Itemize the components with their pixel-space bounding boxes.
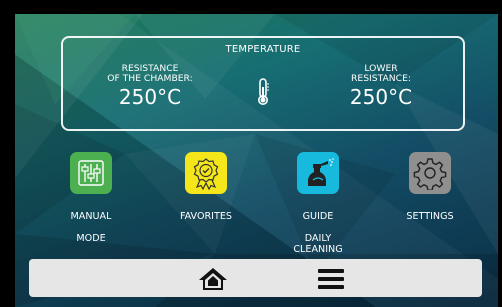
- device-frame: TEMPERATURE RESISTANCE OF THE CHAMBER: 2…: [0, 0, 502, 307]
- tile-manual-mode[interactable]: MANUAL MODE: [56, 152, 126, 255]
- temperature-panel: TEMPERATURE RESISTANCE OF THE CHAMBER: 2…: [61, 36, 465, 131]
- tile-settings[interactable]: SETTINGS: [395, 152, 465, 233]
- sliders-icon: [78, 160, 104, 186]
- award-badge-icon: [193, 158, 219, 190]
- cleaning-label-line1: GUIDE: [302, 211, 334, 222]
- bottom-navigation-bar: [29, 259, 482, 297]
- tile-favorites[interactable]: FAVORITES: [171, 152, 241, 233]
- chamber-label-line2: OF THE CHAMBER:: [107, 73, 193, 84]
- cleaning-label-line2: DAILY CLEANING: [293, 233, 343, 255]
- tile-manual-mode-label: MANUAL MODE: [56, 200, 126, 255]
- tile-favorites-label: FAVORITES: [171, 200, 241, 233]
- temperature-title: TEMPERATURE: [225, 44, 301, 55]
- tile-manual-mode-box[interactable]: [70, 152, 112, 194]
- chamber-resistance-label: RESISTANCE OF THE CHAMBER:: [90, 64, 210, 84]
- favorites-label-line1: FAVORITES: [179, 211, 233, 222]
- spray-bottle-icon: [308, 158, 334, 186]
- lower-label-line2: RESISTANCE:: [351, 73, 411, 84]
- lower-resistance-value: 250°C: [349, 85, 413, 109]
- tile-settings-box[interactable]: [409, 152, 451, 194]
- tile-daily-cleaning-label: GUIDE DAILY CLEANING: [283, 200, 353, 266]
- tile-favorites-box[interactable]: [185, 152, 227, 194]
- screen: TEMPERATURE RESISTANCE OF THE CHAMBER: 2…: [15, 14, 498, 307]
- settings-label-line1: SETTINGS: [406, 211, 454, 222]
- manual-label-line2: MODE: [76, 233, 106, 244]
- tile-daily-cleaning[interactable]: GUIDE DAILY CLEANING: [283, 152, 353, 266]
- home-icon[interactable]: [198, 267, 228, 291]
- menu-tiles: MANUAL MODE FAVORITES GUIDE DAILY CLEANI…: [15, 152, 498, 255]
- lower-resistance-label: LOWER RESISTANCE:: [326, 64, 436, 84]
- tile-settings-label: SETTINGS: [395, 200, 465, 233]
- chamber-resistance-value: 250°C: [118, 85, 182, 109]
- tile-daily-cleaning-box[interactable]: [297, 152, 339, 194]
- manual-label-line1: MANUAL: [70, 211, 112, 222]
- thermometer-icon: [258, 78, 269, 105]
- gear-icon: [413, 158, 447, 190]
- menu-icon[interactable]: [318, 269, 344, 289]
